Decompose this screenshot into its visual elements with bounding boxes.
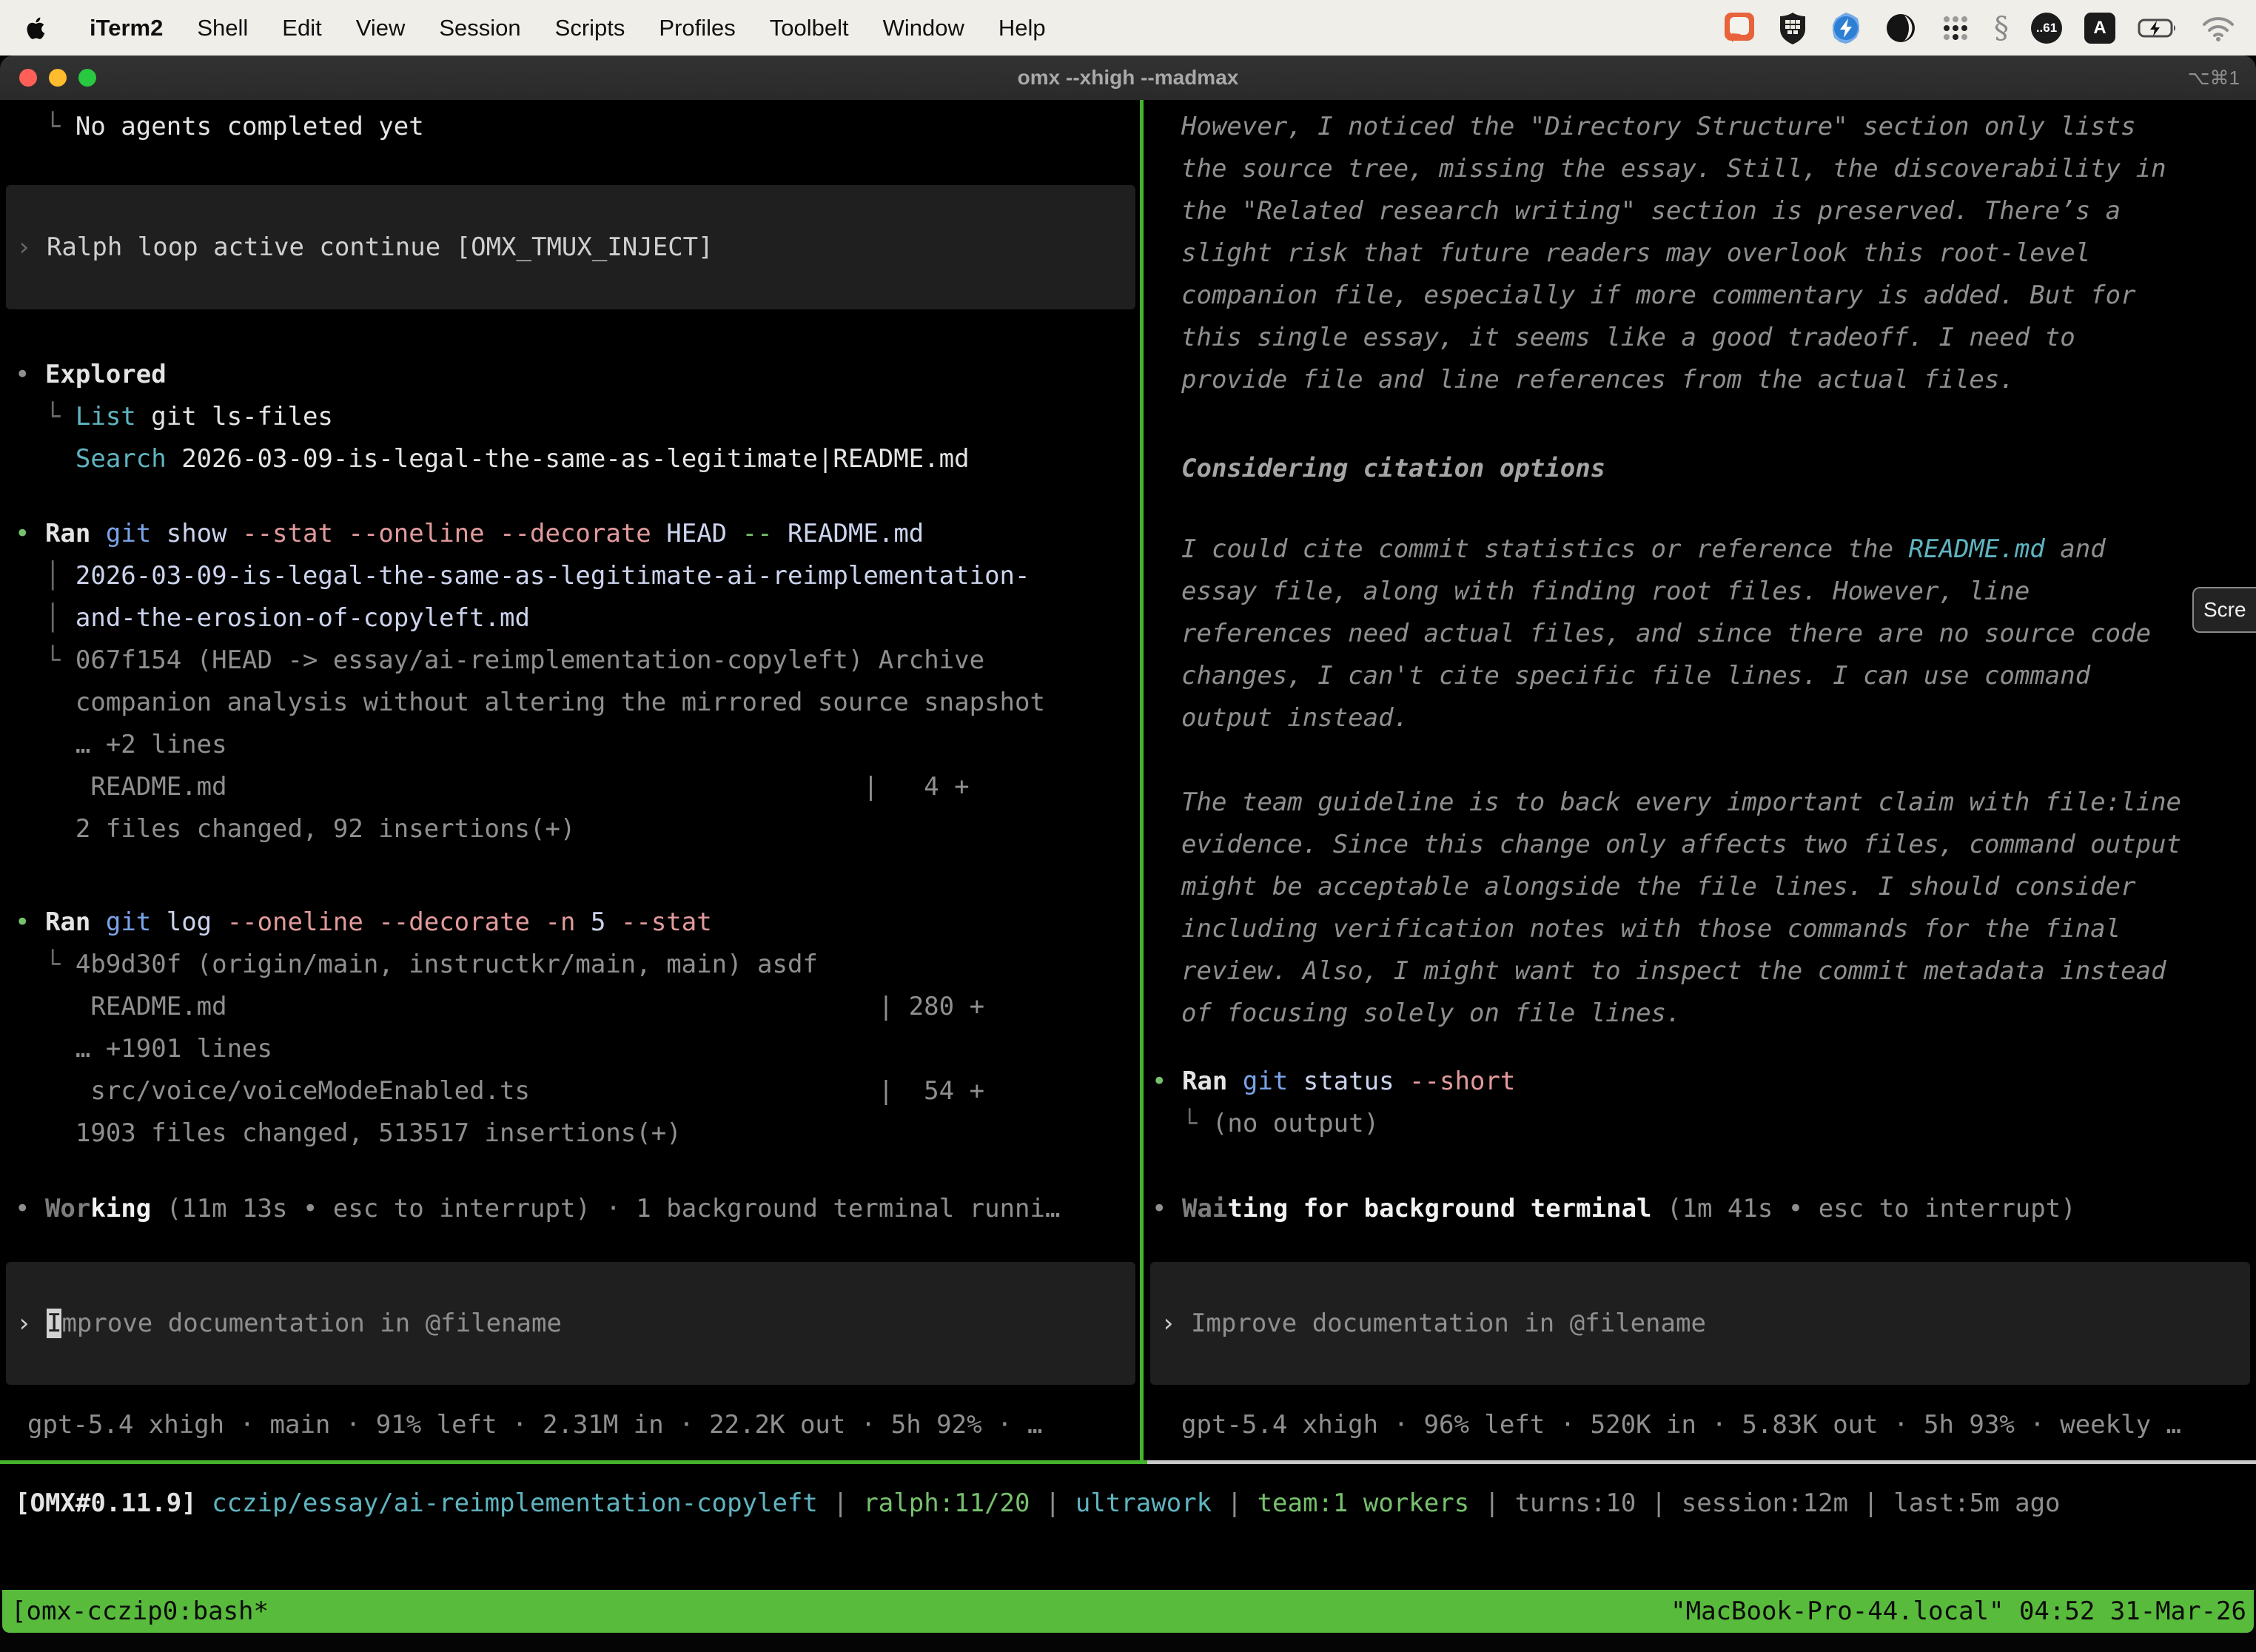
thinking-text: output instead.	[1181, 697, 1409, 739]
omx-status-line: [OMX#0.11.9] cczip/essay/ai-reimplementa…	[15, 1483, 2061, 1525]
thinking-text: evidence. Since this change only affects…	[1181, 824, 2181, 866]
command-output-line: 1903 files changed, 513517 insertions(+)	[15, 1112, 682, 1155]
menu-item-toolbelt[interactable]: Toolbelt	[753, 15, 866, 41]
terminal: └ No agents completed yet › Ralph loop a…	[0, 100, 2256, 1590]
command-output-line: … +1901 lines	[15, 1028, 272, 1070]
menu-item-view[interactable]: View	[339, 15, 423, 41]
thinking-text: I could cite commit statistics or refere…	[1181, 528, 2106, 571]
bolt-badge-icon[interactable]	[1830, 9, 1862, 47]
assistant-key-icon[interactable]: A	[2084, 13, 2115, 44]
prompt-input-left[interactable]: › Improve documentation in @filename	[6, 1262, 1135, 1385]
menu-item-shell[interactable]: Shell	[180, 15, 265, 41]
tmux-host-clock: "MacBook-Pro-44.local" 04:52 31-Mar-26	[1671, 1596, 2246, 1626]
command-output-line: companion analysis without altering the …	[15, 682, 1045, 724]
thinking-text: However, I noticed the "Directory Struct…	[1181, 106, 2136, 148]
thinking-text: The team guideline is to back every impo…	[1181, 782, 2181, 824]
dots-grid-icon[interactable]	[1939, 9, 1972, 47]
crescent-circle-icon[interactable]	[1884, 9, 1917, 47]
thinking-text: slight risk that future readers may over…	[1181, 232, 2090, 275]
session-stats-right: gpt-5.4 xhigh · 96% left · 520K in · 5.8…	[1181, 1404, 2181, 1446]
thinking-heading: Considering citation options	[1181, 448, 1605, 490]
command-output-line: 2 files changed, 92 insertions(+)	[15, 808, 575, 850]
battery-icon[interactable]	[2138, 9, 2179, 47]
minimize-button[interactable]	[49, 69, 67, 87]
ran-git-show-command: • Ran git show --stat --oneline --decora…	[15, 513, 924, 555]
close-button[interactable]	[19, 69, 37, 87]
left-pane-separator	[0, 1460, 1147, 1464]
thinking-text: this single essay, it seems like a good …	[1181, 317, 2075, 359]
thinking-text: might be acceptable alongside the file l…	[1181, 866, 2136, 908]
thinking-text: the source tree, missing the essay. Stil…	[1181, 148, 2166, 190]
menu-item-app[interactable]: iTerm2	[73, 15, 180, 41]
menu-item-window[interactable]: Window	[866, 15, 981, 41]
command-output-line: README.md | 4 +	[15, 766, 970, 808]
thinking-text: review. Also, I might want to inspect th…	[1181, 950, 2166, 993]
menu-item-help[interactable]: Help	[981, 15, 1063, 41]
command-output-line: │ 2026-03-09-is-legal-the-same-as-legiti…	[15, 555, 1030, 597]
menu-bar: iTerm2 Shell Edit View Session Scripts P…	[0, 0, 2256, 56]
agents-status-line: └ No agents completed yet	[15, 106, 424, 148]
thinking-text: essay file, along with finding root file…	[1181, 571, 2030, 613]
screen-capture-popover[interactable]: Scre	[2192, 587, 2256, 633]
shield-grid-icon[interactable]	[1778, 9, 1807, 47]
ran-git-status-command: • Ran git status --short	[1152, 1061, 1515, 1103]
thinking-text: the "Related research writing" section i…	[1181, 190, 2121, 232]
explored-list-line: └ List git ls-files	[15, 396, 333, 438]
menu-item-edit[interactable]: Edit	[265, 15, 338, 41]
command-output-line: └ (no output)	[1152, 1103, 1379, 1145]
thinking-text: provide file and line references from th…	[1181, 359, 2015, 401]
readme-link: README.md	[1909, 534, 2045, 564]
tmux-session-label: [omx-cczip0:bash*	[11, 1596, 269, 1626]
command-output-line: │ and-the-erosion-of-copyleft.md	[15, 597, 530, 639]
command-output-line: src/voice/voiceModeEnabled.ts | 54 +	[15, 1070, 984, 1112]
command-output-line: └ 067f154 (HEAD -> essay/ai-reimplementa…	[15, 639, 984, 682]
command-output-line: … +2 lines	[15, 724, 227, 766]
command-output-line: └ 4b9d30f (origin/main, instructkr/main,…	[15, 944, 818, 986]
ralph-loop-box[interactable]: › Ralph loop active continue [OMX_TMUX_I…	[6, 185, 1135, 309]
session-stats-left: gpt-5.4 xhigh · main · 91% left · 2.31M …	[27, 1404, 1042, 1446]
prompt-input-right[interactable]: › Improve documentation in @filename	[1150, 1262, 2250, 1385]
zoom-button[interactable]	[78, 69, 96, 87]
menu-item-session[interactable]: Session	[422, 15, 537, 41]
pane-divider[interactable]	[1140, 100, 1144, 1464]
menu-item-scripts[interactable]: Scripts	[538, 15, 642, 41]
wifi-icon[interactable]	[2201, 9, 2235, 47]
window-title-bar: omx --xhigh --madmax ⌥⌘1	[0, 56, 2256, 100]
squiggle-icon[interactable]: §	[1994, 9, 2009, 47]
text-cursor: I	[47, 1309, 61, 1338]
explored-search-line: Search 2026-03-09-is-legal-the-same-as-l…	[15, 438, 970, 480]
working-status-line: • Working (11m 13s • esc to interrupt) ·…	[15, 1188, 1060, 1230]
thinking-text: references need actual files, and since …	[1181, 613, 2151, 655]
waiting-status-line: • Waiting for background terminal (1m 41…	[1152, 1188, 2076, 1230]
thinking-text: including verification notes with those …	[1181, 908, 2121, 950]
thinking-text: of focusing solely on file lines.	[1181, 993, 1682, 1035]
counter-badge-icon[interactable]: ..61	[2031, 13, 2062, 44]
command-output-line: README.md | 280 +	[15, 986, 984, 1028]
thinking-text: companion file, especially if more comme…	[1181, 275, 2136, 317]
apple-menu-icon[interactable]	[21, 15, 53, 41]
menu-item-profiles[interactable]: Profiles	[642, 15, 752, 41]
window-shortcut-badge: ⌥⌘1	[2188, 67, 2240, 90]
thinking-text: changes, I can't cite specific file line…	[1181, 655, 2090, 697]
window-title: omx --xhigh --madmax	[0, 66, 2256, 90]
tmux-status-bar: [omx-cczip0:bash* "MacBook-Pro-44.local"…	[2, 1590, 2254, 1633]
screenshot-app-icon[interactable]	[1723, 9, 1756, 47]
right-pane-separator	[1147, 1460, 2256, 1464]
explored-header: • Explored	[15, 354, 167, 396]
ran-git-log-command: • Ran git log --oneline --decorate -n 5 …	[15, 901, 712, 944]
